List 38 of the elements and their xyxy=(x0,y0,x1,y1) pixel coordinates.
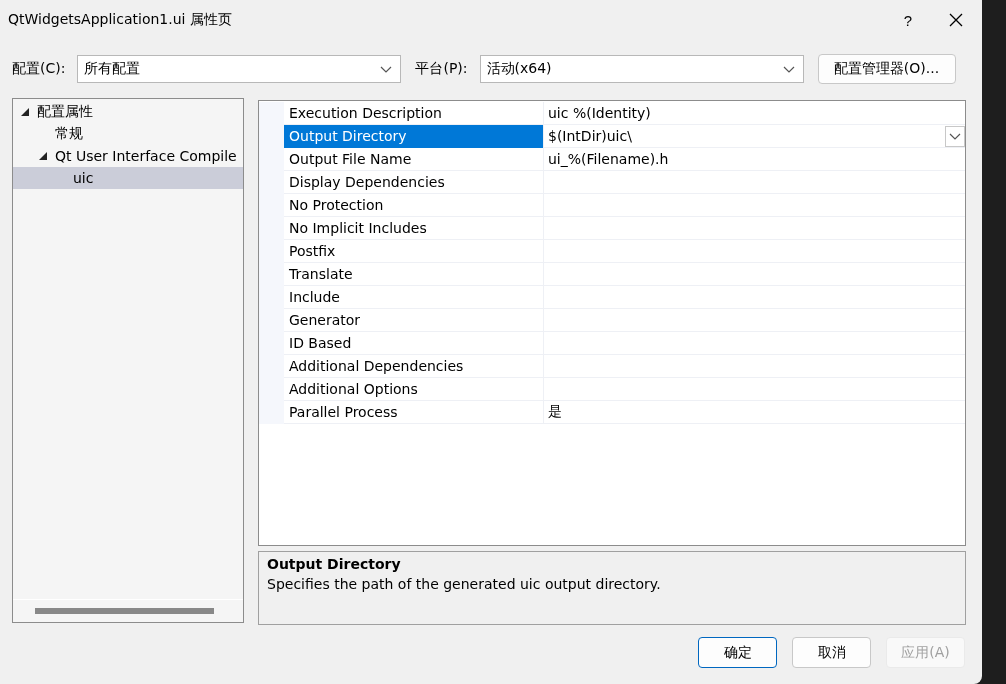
property-value[interactable]: uic %(Identity) xyxy=(543,102,965,125)
property-value[interactable] xyxy=(543,286,965,309)
property-value[interactable] xyxy=(543,194,965,217)
dropdown-button[interactable] xyxy=(945,125,965,147)
expanded-triangle-icon[interactable] xyxy=(39,152,47,160)
property-value[interactable]: ui_%(Filename).h xyxy=(543,148,965,171)
expanded-triangle-icon[interactable] xyxy=(21,108,29,116)
chevron-icon xyxy=(380,65,393,73)
property-value[interactable] xyxy=(543,378,965,401)
tree-item[interactable]: 常规 xyxy=(13,123,243,145)
property-value[interactable] xyxy=(543,263,965,286)
tree-item[interactable]: uic xyxy=(13,167,243,189)
property-value[interactable] xyxy=(543,240,965,263)
window-title: QtWidgetsApplication1.ui 属性页 xyxy=(8,11,233,29)
ok-button[interactable]: 确定 xyxy=(698,637,777,668)
platform-label: 平台(P): xyxy=(415,60,468,78)
chevron-icon xyxy=(782,65,795,73)
property-value[interactable]: $(IntDir)uic\ xyxy=(543,125,965,148)
property-value[interactable]: 是 xyxy=(543,401,965,424)
scrollbar-thumb[interactable] xyxy=(35,608,214,614)
description-title: Output Directory xyxy=(267,556,402,572)
property-value[interactable] xyxy=(543,309,965,332)
description-text: Specifies the path of the generated uic output directory. xyxy=(267,576,662,592)
chevron-icon xyxy=(949,132,961,140)
config-label: 配置(C): xyxy=(12,60,66,78)
cancel-button[interactable]: 取消 xyxy=(792,637,871,668)
config-dropdown[interactable]: 所有配置 xyxy=(77,55,402,83)
tree-item[interactable]: Qt User Interface Compile xyxy=(13,145,243,167)
close-icon xyxy=(949,13,963,27)
property-value[interactable] xyxy=(543,355,965,378)
help-button[interactable]: ? xyxy=(884,0,932,40)
property-name[interactable]: Output Directory xyxy=(284,125,543,148)
property-value[interactable] xyxy=(543,171,965,194)
tree-item[interactable]: 配置属性 xyxy=(13,101,243,123)
property-value[interactable] xyxy=(543,332,965,355)
property-value[interactable] xyxy=(543,217,965,240)
config-manager-button[interactable]: 配置管理器(O)... xyxy=(817,54,956,84)
platform-dropdown[interactable]: 活动(x64) xyxy=(479,55,804,83)
